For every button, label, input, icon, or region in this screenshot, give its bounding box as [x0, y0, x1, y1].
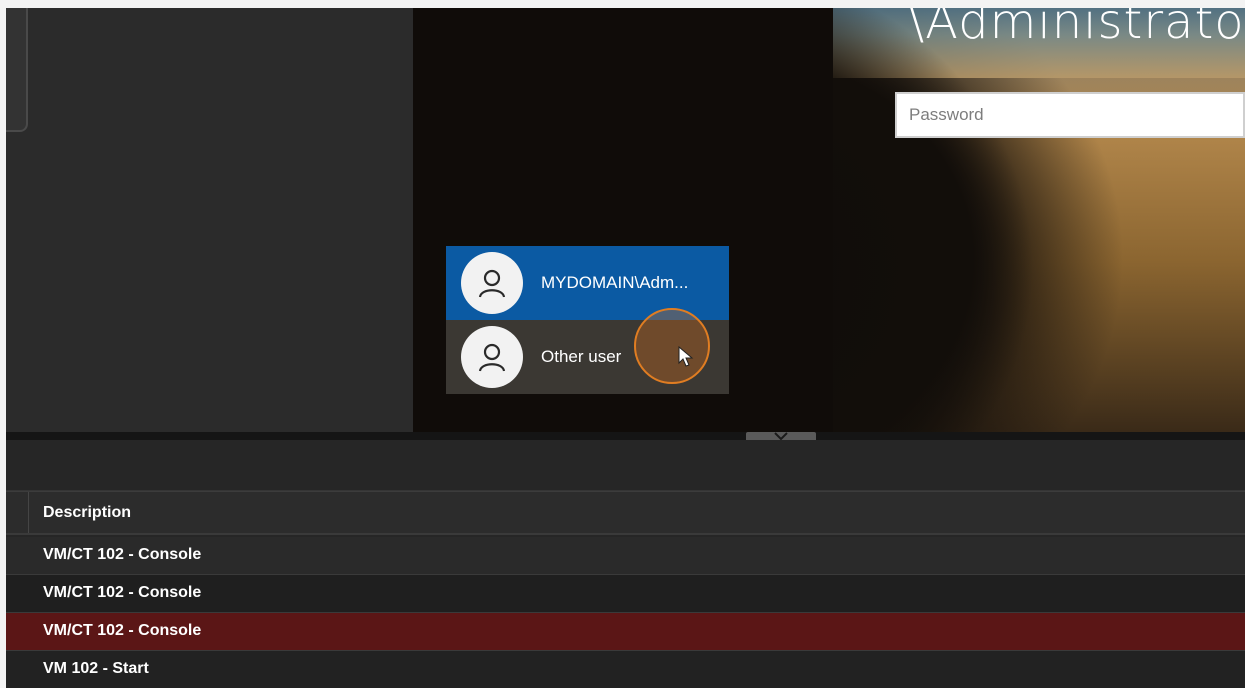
vm-console-screen[interactable]: \Administrato MYDOMAIN\Adm... Other user [413, 8, 1245, 432]
task-panel-toolbar [6, 440, 1245, 491]
table-row[interactable]: VM/CT 102 - Console [6, 537, 1245, 575]
table-header: Description [6, 491, 1245, 535]
table-row[interactable]: VM 102 - Start [6, 651, 1245, 688]
task-log-panel: Description VM/CT 102 - Console VM/CT 10… [6, 440, 1245, 688]
user-icon [461, 326, 523, 388]
task-description: VM/CT 102 - Console [43, 546, 202, 563]
user-item-mydomain-admin[interactable]: MYDOMAIN\Adm... [446, 246, 729, 320]
mouse-cursor-icon [678, 346, 694, 367]
column-header-description[interactable]: Description [43, 504, 131, 522]
table-row-error[interactable]: VM/CT 102 - Console [6, 613, 1245, 651]
table-row[interactable]: VM/CT 102 - Console [6, 575, 1245, 613]
chevron-down-icon [774, 432, 788, 440]
task-description: VM 102 - Start [43, 660, 149, 677]
task-description: VM/CT 102 - Console [43, 584, 202, 601]
login-username-title: \Administrato [908, 8, 1245, 50]
panel-tab-edge[interactable] [6, 8, 28, 132]
task-description: VM/CT 102 - Console [43, 622, 202, 639]
click-highlight-ring [634, 308, 710, 384]
column-separator[interactable] [28, 492, 29, 533]
password-input[interactable] [895, 92, 1245, 138]
app-window: \Administrato MYDOMAIN\Adm... Other user… [6, 8, 1245, 688]
user-icon [461, 252, 523, 314]
left-panel [6, 8, 413, 432]
user-switch-list: MYDOMAIN\Adm... Other user [446, 246, 729, 394]
user-name-label: Other user [541, 347, 622, 366]
panel-splitter[interactable] [6, 432, 1245, 440]
user-name-label: MYDOMAIN\Adm... [541, 273, 689, 292]
